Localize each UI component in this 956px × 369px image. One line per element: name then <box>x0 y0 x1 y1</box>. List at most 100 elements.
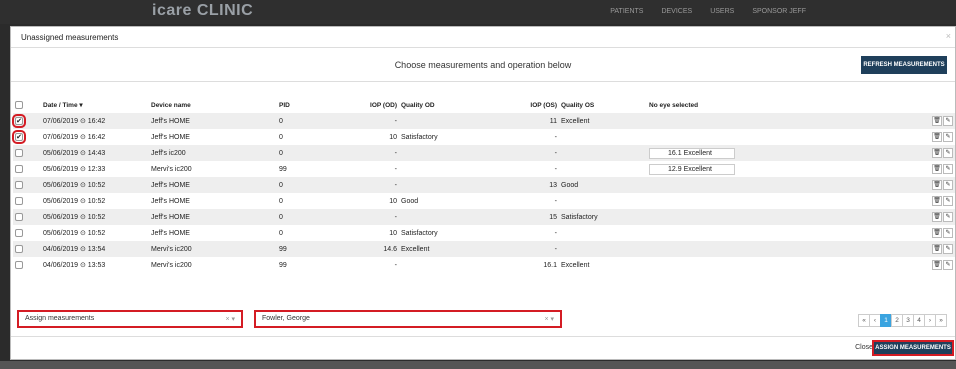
patient-select[interactable]: Fowler, George × ▾ <box>254 310 562 328</box>
col-no-eye: No eye selected <box>649 101 699 109</box>
table-row[interactable]: 05/06/2019 ⊙ 10:52 Jeff's HOME 0 - 15 Satisfa… <box>13 209 955 225</box>
row-no-eye: 12.9 Excellent <box>647 161 897 177</box>
table-row[interactable]: 05/06/2019 ⊙ 12:33 Mervi's ic200 99 - - 12.9 … <box>13 161 955 177</box>
edit-icon[interactable]: ✎ <box>943 164 953 174</box>
select-all-cell <box>13 97 41 113</box>
row-quality-od <box>399 113 499 129</box>
table-row[interactable]: 05/06/2019 ⊙ 14:43 Jeff's ic200 0 - - 16.1 Ex… <box>13 145 955 161</box>
edit-icon[interactable]: ✎ <box>943 180 953 190</box>
row-pid: 0 <box>279 149 283 157</box>
row-quality-os <box>559 145 647 161</box>
row-pid: 99 <box>279 165 287 173</box>
row-no-eye <box>647 113 897 129</box>
col-date[interactable]: Date / Time ▾ <box>41 97 149 113</box>
brand-logo: icare CLINIC <box>152 2 254 19</box>
row-quality-os: Excellent <box>561 261 590 269</box>
row-checkbox[interactable] <box>15 149 23 157</box>
clear-chevron-icon[interactable]: × ▾ <box>544 315 554 323</box>
delete-icon[interactable]: 🗑 <box>932 116 942 126</box>
row-pid: 99 <box>279 261 287 269</box>
delete-icon[interactable]: 🗑 <box>932 212 942 222</box>
edit-icon[interactable]: ✎ <box>943 116 953 126</box>
row-checkbox[interactable] <box>15 229 23 237</box>
select-all-checkbox[interactable] <box>15 101 23 109</box>
row-checkbox-cell <box>13 225 41 241</box>
row-actions: 🗑 ✎ <box>897 225 955 241</box>
row-iop-od: - <box>394 213 397 221</box>
table-header-row: Date / Time ▾ Device name PID IOP (OD) Q… <box>13 97 955 113</box>
nav-devices[interactable]: DEVICES <box>661 8 692 15</box>
row-checkbox[interactable] <box>15 261 23 269</box>
row-iop-os: - <box>554 133 557 141</box>
row-iop-os: - <box>554 149 557 157</box>
edit-icon[interactable]: ✎ <box>943 132 953 142</box>
row-actions: 🗑 ✎ <box>897 129 955 145</box>
table-row[interactable]: 05/06/2019 ⊙ 10:52 Jeff's HOME 0 10 Satisfac… <box>13 225 955 241</box>
table-row[interactable]: 04/06/2019 ⊙ 13:54 Mervi's ic200 99 14.6 Exc… <box>13 241 955 257</box>
delete-icon[interactable]: 🗑 <box>932 180 942 190</box>
delete-icon[interactable]: 🗑 <box>932 132 942 142</box>
row-quality-os: Satisfactory <box>561 213 598 221</box>
table-row[interactable]: 05/06/2019 ⊙ 10:52 Jeff's HOME 0 10 Good - 🗑 ✎ <box>13 193 955 209</box>
edit-icon[interactable]: ✎ <box>943 212 953 222</box>
row-checkbox[interactable] <box>15 197 23 205</box>
close-icon[interactable]: × <box>946 31 951 41</box>
choose-bar: Choose measurements and operation below … <box>11 48 955 82</box>
row-checkbox[interactable] <box>15 181 23 189</box>
nav-user[interactable]: SPONSOR JEFF <box>752 8 806 15</box>
close-button[interactable]: Close <box>855 344 873 351</box>
delete-icon[interactable]: 🗑 <box>932 228 942 238</box>
row-quality-os: Excellent <box>561 117 590 125</box>
row-device: Mervi's ic200 <box>151 245 192 253</box>
row-checkbox[interactable] <box>15 165 23 173</box>
row-date: 04/06/2019 ⊙ 13:53 <box>43 262 106 269</box>
edit-icon[interactable]: ✎ <box>943 148 953 158</box>
table-row[interactable]: 05/06/2019 ⊙ 10:52 Jeff's HOME 0 - 13 Good 🗑 ✎ <box>13 177 955 193</box>
row-checkbox-cell <box>13 257 41 273</box>
nav-patients[interactable]: PATIENTS <box>610 8 643 15</box>
row-pid: 0 <box>279 213 283 221</box>
measurements-table: Date / Time ▾ Device name PID IOP (OD) Q… <box>12 97 955 273</box>
row-checkbox[interactable] <box>15 245 23 253</box>
delete-icon[interactable]: 🗑 <box>932 260 942 270</box>
row-no-eye <box>647 129 897 145</box>
pagination: «‹ 1 2 3 4 ›» <box>858 314 947 327</box>
row-iop-os: 13 <box>549 181 557 189</box>
row-iop-os: - <box>554 229 557 237</box>
refresh-measurements-button[interactable]: REFRESH MEASUREMENTS <box>861 56 947 74</box>
unassigned-measurements-modal: Unassigned measurements × Choose measure… <box>10 26 956 360</box>
row-date: 05/06/2019 ⊙ 10:52 <box>43 214 106 221</box>
col-iop-od: IOP (OD) <box>370 101 397 109</box>
nav-users[interactable]: USERS <box>710 8 734 15</box>
page-link[interactable]: » <box>935 314 947 327</box>
edit-icon[interactable]: ✎ <box>943 196 953 206</box>
clear-chevron-icon[interactable]: × ▾ <box>225 315 235 323</box>
edit-icon[interactable]: ✎ <box>943 244 953 254</box>
edit-icon[interactable]: ✎ <box>943 260 953 270</box>
row-checkbox[interactable]: ✔ <box>12 130 26 144</box>
app-topbar: icare CLINIC PATIENTS DEVICES USERS SPON… <box>0 0 956 24</box>
row-pid: 0 <box>279 133 283 141</box>
table-row[interactable]: ✔ 07/06/2019 ⊙ 16:42 Jeff's HOME 0 10 Satisfa… <box>12 129 955 145</box>
edit-icon[interactable]: ✎ <box>943 228 953 238</box>
delete-icon[interactable]: 🗑 <box>932 196 942 206</box>
row-checkbox[interactable]: ✔ <box>12 114 26 128</box>
no-eye-value[interactable]: 12.9 Excellent <box>649 163 735 175</box>
operation-select[interactable]: Assign measurements × ▾ <box>17 310 243 328</box>
delete-icon[interactable]: 🗑 <box>932 244 942 254</box>
row-actions: 🗑 ✎ <box>897 209 955 225</box>
table-row[interactable]: 04/06/2019 ⊙ 13:53 Mervi's ic200 99 - 16.1 Ex… <box>13 257 955 273</box>
choose-instruction: Choose measurements and operation below <box>394 60 572 70</box>
row-date: 05/06/2019 ⊙ 10:52 <box>43 198 106 205</box>
row-iop-os: - <box>554 197 557 205</box>
row-checkbox-cell: ✔ <box>12 129 41 145</box>
no-eye-value[interactable]: 16.1 Excellent <box>649 147 735 159</box>
table-row[interactable]: ✔ 07/06/2019 ⊙ 16:42 Jeff's HOME 0 - 11 Excell… <box>12 113 955 129</box>
row-device: Jeff's HOME <box>151 197 190 205</box>
delete-icon[interactable]: 🗑 <box>932 148 942 158</box>
assign-measurements-button[interactable]: ASSIGN MEASUREMENTS <box>872 340 954 356</box>
delete-icon[interactable]: 🗑 <box>932 164 942 174</box>
row-device: Jeff's HOME <box>151 133 190 141</box>
row-checkbox[interactable] <box>15 213 23 221</box>
col-quality-os: Quality OS <box>561 101 595 109</box>
